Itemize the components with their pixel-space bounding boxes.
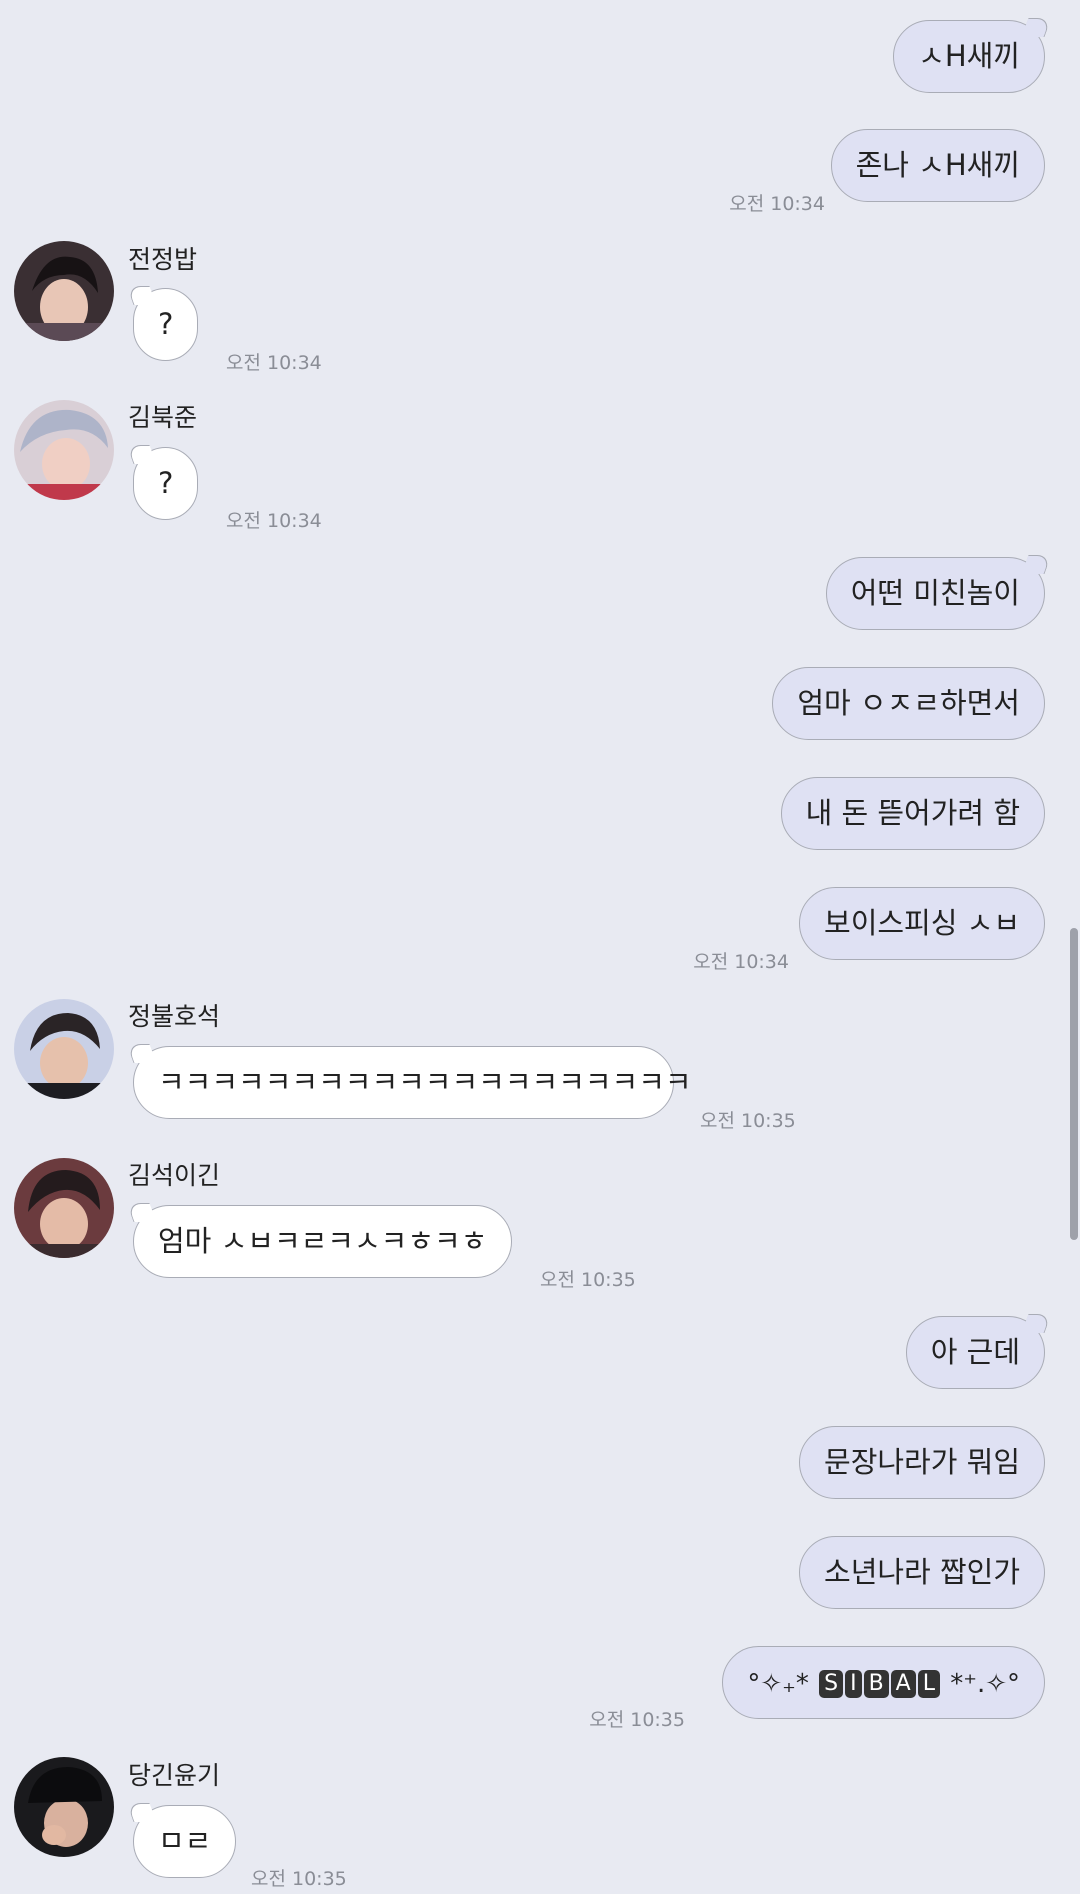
message-bubble[interactable]: ㅅH새끼 — [893, 20, 1045, 93]
message-time: 오전 10:34 — [729, 193, 825, 215]
avatar[interactable] — [14, 999, 114, 1099]
letter-tile: S — [819, 1670, 844, 1698]
message-time: 오전 10:35 — [700, 1110, 796, 1132]
avatar[interactable] — [14, 241, 114, 341]
message-bubble[interactable]: ㅁㄹ — [133, 1805, 237, 1878]
chat-message-list[interactable]: ㅅH새끼 존나 ㅅH새끼 오전 10:34 전정밥 ? 오전 10:34 김북준… — [0, 0, 1080, 1894]
message-time: 오전 10:34 — [226, 352, 322, 374]
sender-name: 김석이긴 — [128, 1161, 221, 1190]
message-bubble[interactable]: 엄마 ㅅㅂㅋㄹㅋㅅㅋㅎㅋㅎ — [133, 1205, 513, 1278]
message-bubble[interactable]: 문장나라가 뭐임 — [799, 1426, 1045, 1499]
sender-name: 당긴윤기 — [128, 1761, 221, 1790]
message-bubble[interactable]: 존나 ㅅH새끼 — [830, 129, 1045, 202]
profile-photo-icon — [14, 1757, 114, 1857]
message-bubble[interactable]: 아 근데 — [905, 1316, 1045, 1389]
sparkle-suffix: *⁺.✧° — [950, 1669, 1020, 1699]
message-time: 오전 10:35 — [589, 1709, 685, 1731]
letter-tile: I — [845, 1670, 862, 1698]
profile-photo-icon — [14, 999, 114, 1099]
message-bubble[interactable]: ? — [133, 288, 199, 361]
message-time: 오전 10:34 — [226, 510, 322, 532]
avatar[interactable] — [14, 1158, 114, 1258]
sparkle-prefix: °✧₊* — [747, 1669, 809, 1699]
profile-photo-icon — [14, 400, 114, 500]
sender-name: 김북준 — [128, 403, 198, 432]
message-bubble[interactable]: 소년나라 짭인가 — [799, 1536, 1045, 1609]
message-bubble[interactable]: °✧₊* SIBAL *⁺.✧° — [722, 1646, 1045, 1719]
message-bubble[interactable]: 엄마 ㅇㅈㄹ하면서 — [772, 667, 1045, 740]
message-bubble[interactable]: 보이스피싱 ㅅㅂ — [799, 887, 1045, 960]
profile-photo-icon — [14, 241, 114, 341]
letter-tile: A — [890, 1670, 916, 1698]
message-bubble[interactable]: 내 돈 뜯어가려 함 — [780, 777, 1045, 850]
message-bubble[interactable]: ㅋㅋㅋㅋㅋㅋㅋㅋㅋㅋㅋㅋㅋㅋㅋㅋㅋㅋㅋㅋ — [133, 1046, 692, 1119]
letter-tile: B — [863, 1670, 889, 1698]
letter-tile: L — [917, 1670, 940, 1698]
profile-photo-icon — [14, 1158, 114, 1258]
scrollbar[interactable] — [1070, 928, 1078, 1240]
sender-name: 정불호석 — [128, 1002, 221, 1031]
message-time: 오전 10:34 — [693, 951, 789, 973]
message-time: 오전 10:35 — [540, 1269, 636, 1291]
sender-name: 전정밥 — [128, 245, 198, 274]
message-time: 오전 10:35 — [251, 1868, 347, 1890]
message-bubble[interactable]: ? — [133, 447, 199, 520]
message-bubble[interactable]: 어떤 미친놈이 — [825, 557, 1045, 630]
avatar[interactable] — [14, 400, 114, 500]
avatar[interactable] — [14, 1757, 114, 1857]
